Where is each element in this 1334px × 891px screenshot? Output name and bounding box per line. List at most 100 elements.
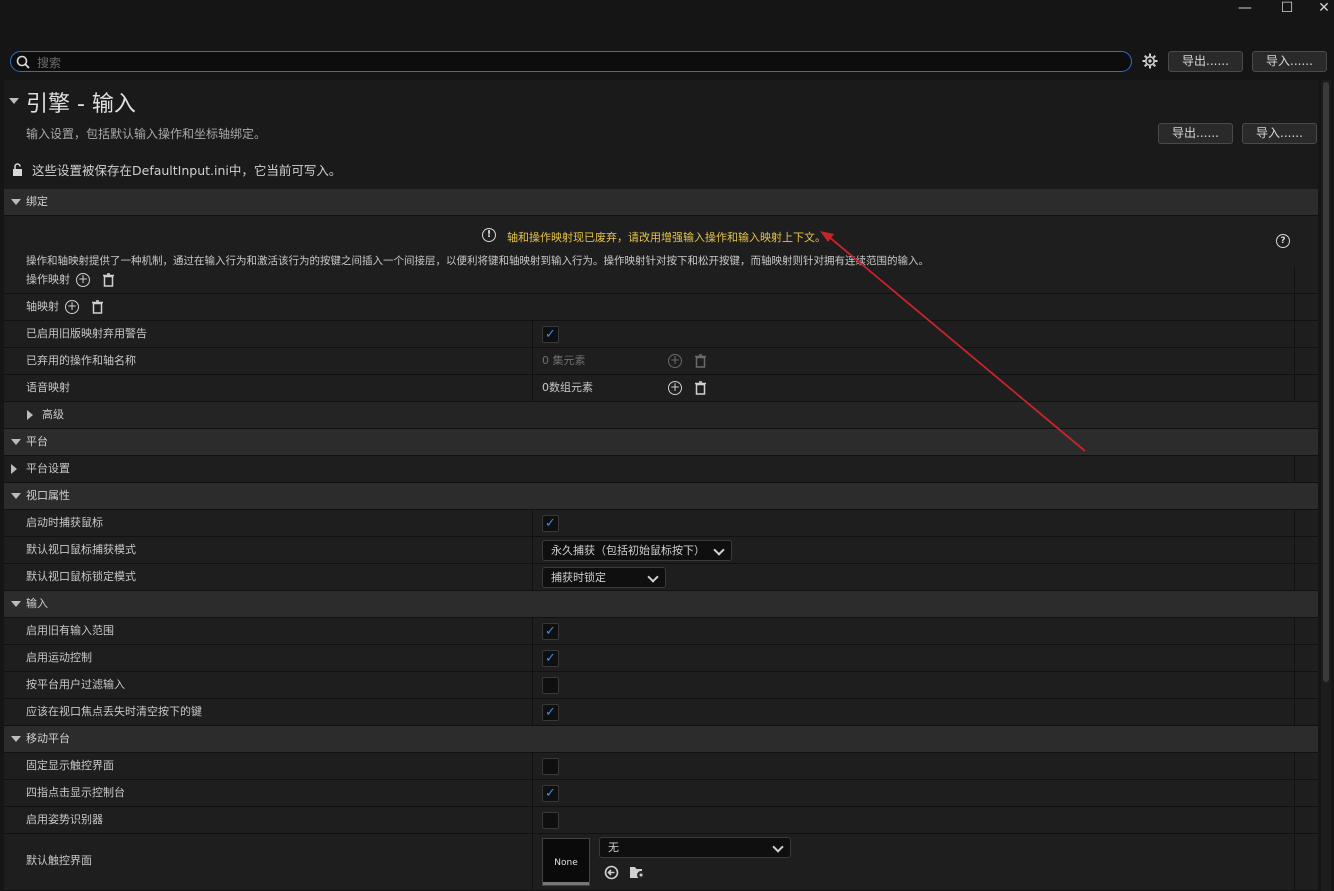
page-title: 引擎 - 输入 <box>26 92 136 117</box>
row-label: 默认视口鼠标锁定模式 <box>26 570 136 583</box>
row-deprecated-names: 已弃用的操作和轴名称 0 集元素 + <box>4 348 1318 375</box>
unlock-icon <box>13 163 22 176</box>
help-icon[interactable]: ? <box>1276 234 1290 248</box>
trash-icon[interactable] <box>102 273 115 287</box>
import-button[interactable]: 导入...... <box>1242 123 1317 144</box>
collapse-arrow-icon[interactable] <box>11 199 21 205</box>
add-icon[interactable]: + <box>668 354 682 368</box>
search-input[interactable] <box>35 53 1119 72</box>
bindings-description: 操作和轴映射提供了一种机制，通过在输入行为和激活该行为的按键之间插入一个间接层，… <box>26 255 929 267</box>
four-finger-console-checkbox[interactable]: ✓ <box>542 785 559 802</box>
row-label: 启用旧有输入范围 <box>26 624 114 637</box>
collapse-arrow-icon[interactable] <box>11 736 21 742</box>
category-label: 移动平台 <box>26 732 70 745</box>
category-label: 平台 <box>26 435 48 448</box>
row-capture-mode: 默认视口鼠标捕获模式 永久捕获（包括初始鼠标按下） <box>4 537 1318 564</box>
lock-mode-dropdown[interactable]: 捕获时锁定 <box>542 567 666 588</box>
chevron-down-icon <box>647 571 659 583</box>
row-filter-by-platform-user: 按平台用户过滤输入 <box>4 672 1318 699</box>
add-icon[interactable]: + <box>65 300 79 314</box>
motion-controls-checkbox[interactable]: ✓ <box>542 650 559 667</box>
row-label: 操作映射 <box>26 273 70 286</box>
export-button-top[interactable]: 导出...... <box>1168 51 1243 72</box>
collapse-arrow-icon[interactable] <box>9 98 19 104</box>
row-label: 启动时捕获鼠标 <box>26 516 103 529</box>
row-label: 启用姿势识别器 <box>26 813 103 826</box>
row-label: 轴映射 <box>26 300 59 313</box>
capture-mouse-checkbox[interactable]: ✓ <box>542 515 559 532</box>
search-box[interactable] <box>10 51 1132 72</box>
collapse-arrow-icon[interactable] <box>11 601 21 607</box>
row-label: 默认触控界面 <box>26 854 92 867</box>
row-legacy-input-scale: 启用旧有输入范围 ✓ <box>4 618 1318 645</box>
row-always-show-touch: 固定显示触控界面 <box>4 753 1318 780</box>
row-lock-mode: 默认视口鼠标锁定模式 捕获时锁定 <box>4 564 1318 591</box>
category-bindings[interactable]: 绑定 <box>4 189 1318 216</box>
import-button-top[interactable]: 导入...... <box>1252 51 1327 72</box>
add-icon[interactable]: + <box>76 273 90 287</box>
expand-arrow-icon[interactable] <box>11 464 17 474</box>
browse-folder-icon[interactable] <box>629 865 647 880</box>
capture-mode-dropdown[interactable]: 永久捕获（包括初始鼠标按下） <box>542 540 732 561</box>
warning-icon: ! <box>482 228 496 242</box>
collapse-arrow-icon[interactable] <box>11 439 21 445</box>
chevron-down-icon <box>713 544 725 556</box>
row-value: 0 集元素 <box>542 354 586 367</box>
row-action-mappings: 操作映射 + <box>4 267 1318 294</box>
add-icon[interactable]: + <box>668 381 682 395</box>
row-label: 已弃用的操作和轴名称 <box>26 354 136 367</box>
row-advanced[interactable]: 高级 <box>4 402 1318 429</box>
close-button[interactable]: ✕ <box>1314 0 1334 16</box>
row-gesture-recognizer: 启用姿势识别器 <box>4 807 1318 834</box>
gesture-recognizer-checkbox[interactable] <box>542 812 559 829</box>
row-platform-settings[interactable]: 平台设置 <box>4 456 1318 483</box>
filter-input-checkbox[interactable] <box>542 677 559 694</box>
asset-thumbnail[interactable]: None <box>542 838 590 886</box>
trash-icon[interactable] <box>694 381 707 395</box>
use-selected-arrow-icon[interactable] <box>604 865 619 880</box>
legacy-warning-checkbox[interactable]: ✓ <box>542 326 559 343</box>
trash-icon[interactable] <box>694 354 707 368</box>
chevron-down-icon <box>772 841 784 853</box>
settings-gear-icon[interactable] <box>1142 53 1158 69</box>
trash-icon[interactable] <box>91 300 104 314</box>
search-icon <box>16 55 30 69</box>
expand-arrow-icon[interactable] <box>27 410 33 420</box>
thumbnail-label: None <box>554 858 578 868</box>
row-legacy-warning: 已启用旧版映射弃用警告 ✓ <box>4 321 1318 348</box>
dropdown-value: 捕获时锁定 <box>551 571 606 584</box>
flush-keys-checkbox[interactable]: ✓ <box>542 704 559 721</box>
row-label: 按平台用户过滤输入 <box>26 678 125 691</box>
page-subtitle: 输入设置，包括默认输入操作和坐标轴绑定。 <box>26 127 267 141</box>
category-viewport[interactable]: 视口属性 <box>4 483 1318 510</box>
row-label: 平台设置 <box>26 462 70 475</box>
row-label: 固定显示触控界面 <box>26 759 114 772</box>
row-flush-keys: 应该在视口焦点丢失时清空按下的键 ✓ <box>4 699 1318 726</box>
category-mobile[interactable]: 移动平台 <box>4 726 1318 753</box>
row-four-finger-console: 四指点击显示控制台 ✓ <box>4 780 1318 807</box>
export-button[interactable]: 导出...... <box>1158 123 1233 144</box>
collapse-arrow-icon[interactable] <box>11 493 21 499</box>
row-speech-mappings: 语音映射 0数组元素 + <box>4 375 1318 402</box>
row-label: 应该在视口焦点丢失时清空按下的键 <box>26 705 202 718</box>
dropdown-value: 无 <box>608 841 619 854</box>
category-label: 视口属性 <box>26 489 70 502</box>
minimize-button[interactable]: — <box>1230 0 1260 16</box>
scrollbar-thumb[interactable] <box>1323 82 1329 682</box>
save-note: 这些设置被保存在DefaultInput.ini中，它当前可写入。 <box>12 160 341 179</box>
always-show-touch-checkbox[interactable] <box>542 758 559 775</box>
row-label: 高级 <box>42 408 64 421</box>
dropdown-value: 永久捕获（包括初始鼠标按下） <box>551 544 705 557</box>
save-note-text: 这些设置被保存在DefaultInput.ini中，它当前可写入。 <box>32 163 342 178</box>
legacy-input-checkbox[interactable]: ✓ <box>542 623 559 640</box>
row-label: 语音映射 <box>26 381 70 394</box>
category-platform[interactable]: 平台 <box>4 429 1318 456</box>
row-motion-controls: 启用运动控制 ✓ <box>4 645 1318 672</box>
category-label: 绑定 <box>26 195 48 208</box>
category-label: 输入 <box>26 597 48 610</box>
category-input[interactable]: 输入 <box>4 591 1318 618</box>
row-label: 已启用旧版映射弃用警告 <box>26 327 147 340</box>
maximize-button[interactable]: ☐ <box>1272 0 1302 16</box>
deprecation-warning: 轴和操作映射现已废弃，请改用增强输入操作和输入映射上下文。 <box>507 231 826 244</box>
touch-interface-dropdown[interactable]: 无 <box>599 837 791 858</box>
